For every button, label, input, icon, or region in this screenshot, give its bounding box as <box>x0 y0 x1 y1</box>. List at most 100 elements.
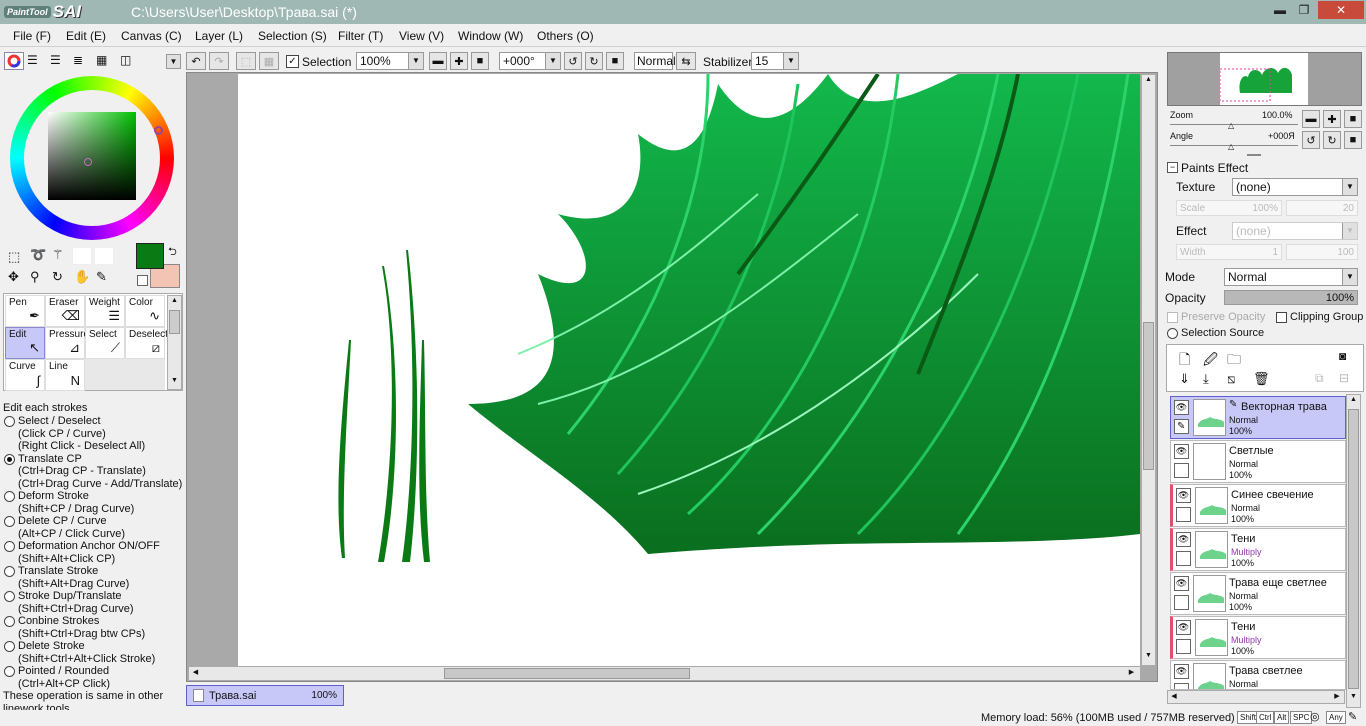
layer-row[interactable]: 👁 Трава еще светлее Normal 100% <box>1170 572 1346 615</box>
scroll-down-icon[interactable]: ▼ <box>169 377 180 388</box>
sv-cursor[interactable] <box>84 158 92 166</box>
rotate-reset-icon[interactable]: ■ <box>606 52 624 70</box>
scroll-thumb[interactable] <box>169 310 180 334</box>
layer-mode-dropdown[interactable]: Normal ▼ <box>1224 268 1358 286</box>
tool-color[interactable]: Color ∿ <box>125 295 165 327</box>
delete-layer-icon[interactable]: 🗑 <box>1253 371 1270 387</box>
saturation-value-square[interactable] <box>48 112 136 200</box>
navigator-preview[interactable] <box>1167 52 1362 106</box>
layer-lock-box[interactable] <box>1174 595 1189 610</box>
help-radio[interactable] <box>4 516 15 527</box>
clipping-group-checkbox[interactable] <box>1276 312 1287 323</box>
scroll-up-icon[interactable]: ▲ <box>1348 396 1359 407</box>
tool-deselect[interactable]: Deselect ⧄ <box>125 327 168 359</box>
scroll-up-icon[interactable]: ▲ <box>169 297 180 308</box>
zoom-dropdown[interactable]: 100% ▼ <box>356 52 424 70</box>
collapse-icon[interactable]: − <box>1167 162 1178 173</box>
transparent-color-icon[interactable] <box>137 275 148 286</box>
deselect-toolbar-icon[interactable]: ⬚ <box>236 52 256 70</box>
rotate-icon[interactable]: ↻ <box>52 269 63 285</box>
menu-layer[interactable]: Layer (L) <box>195 29 243 43</box>
nav-zoom-reset-icon[interactable]: ■ <box>1344 110 1362 128</box>
new-linework-layer-icon[interactable]: 🖉 <box>1203 349 1218 373</box>
canvas-vscroll[interactable]: ▲ ▼ <box>1141 74 1156 666</box>
selection-source-radio[interactable] <box>1167 328 1178 339</box>
tool-edit[interactable]: Edit ↖ <box>5 327 45 359</box>
visibility-eye-icon[interactable]: 👁 <box>1176 488 1191 503</box>
color-wheel-mode-icon[interactable] <box>4 52 24 70</box>
help-radio[interactable] <box>4 416 15 427</box>
tool-select[interactable]: Select ⟋ <box>85 327 125 359</box>
scroll-up-icon[interactable]: ▲ <box>1143 76 1154 87</box>
help-radio[interactable] <box>4 641 15 652</box>
merge-down-icon[interactable]: ⤓ <box>1203 371 1209 387</box>
menu-window[interactable]: Window (W) <box>458 29 523 43</box>
menu-file[interactable]: File (F) <box>13 29 51 43</box>
help-radio[interactable] <box>4 566 15 577</box>
nav-rotate-left-icon[interactable]: ↺ <box>1302 131 1320 149</box>
nav-rotate-right-icon[interactable]: ↻ <box>1323 131 1341 149</box>
minimize-button[interactable]: ▬ <box>1268 1 1292 19</box>
hand-icon[interactable]: ✋ <box>74 269 90 285</box>
tool-pen[interactable]: Pen ✒ <box>5 295 45 327</box>
menu-filter[interactable]: Filter (T) <box>338 29 383 43</box>
scroll-down-icon[interactable]: ▼ <box>1143 652 1154 663</box>
stabilizer-dropdown[interactable]: 15 ▼ <box>751 52 799 70</box>
tool-eraser[interactable]: Eraser ⌫ <box>45 295 85 327</box>
help-radio[interactable] <box>4 591 15 602</box>
rgb-slider-mode-icon[interactable]: ☰ <box>27 54 43 68</box>
visibility-eye-icon[interactable]: 👁 <box>1176 532 1191 547</box>
menu-others[interactable]: Others (O) <box>537 29 594 43</box>
transfer-down-icon[interactable]: ⇓ <box>1179 371 1190 387</box>
move-icon[interactable]: ✥ <box>8 269 19 285</box>
preserve-opacity-checkbox[interactable] <box>1167 312 1178 323</box>
texture-dropdown[interactable]: (none) ▼ <box>1232 178 1358 196</box>
blend-mode-box[interactable]: Normal <box>634 52 676 70</box>
layer-lock-box[interactable] <box>1174 463 1189 478</box>
hscroll-thumb[interactable] <box>444 668 690 679</box>
help-radio[interactable] <box>4 616 15 627</box>
help-radio[interactable] <box>4 666 15 677</box>
vector-strokes[interactable] <box>338 250 430 562</box>
layer-lock-box[interactable] <box>1176 639 1191 654</box>
eyedropper-icon[interactable]: ✎ <box>96 269 107 285</box>
close-button[interactable]: ✕ <box>1318 1 1364 19</box>
lasso-icon[interactable]: ➰ <box>30 247 46 263</box>
menu-selection[interactable]: Selection (S) <box>258 29 327 43</box>
angle-dropdown[interactable]: +000° ▼ <box>499 52 561 70</box>
layer-scroll-thumb[interactable] <box>1348 409 1359 689</box>
opacity-slider[interactable]: 100% <box>1224 290 1358 305</box>
scratchpad-mode-icon[interactable]: ▦ <box>96 54 112 68</box>
restore-button[interactable]: ❐ <box>1292 1 1316 19</box>
invert-selection-icon[interactable]: ▦ <box>259 52 279 70</box>
visibility-eye-icon[interactable]: 👁 <box>1174 400 1189 415</box>
menu-canvas[interactable]: Canvas (C) <box>121 29 182 43</box>
layer-lock-box[interactable] <box>1176 507 1191 522</box>
selection-checkbox[interactable]: ✓ <box>286 55 299 68</box>
menu-view[interactable]: View (V) <box>399 29 444 43</box>
zoom-out-icon[interactable]: ▬ <box>429 52 447 70</box>
menu-edit[interactable]: Edit (E) <box>66 29 106 43</box>
tool-scrollbar[interactable]: ▲ ▼ <box>167 295 182 390</box>
scroll-down-icon[interactable]: ▼ <box>1348 693 1359 704</box>
tool-curve[interactable]: Curve ∫ <box>5 359 45 391</box>
canvas-paper[interactable] <box>238 74 1140 666</box>
canvas-area[interactable]: ▲ ▼ ◀ ▶ <box>186 72 1158 682</box>
tool-line[interactable]: Line N <box>45 359 85 391</box>
visibility-eye-icon[interactable]: 👁 <box>1174 664 1189 679</box>
magic-wand-icon[interactable]: ⚚ <box>52 247 64 263</box>
undo-icon[interactable]: ↶ <box>186 52 206 70</box>
layer-lock-box[interactable] <box>1174 683 1189 689</box>
panel-menu-icon[interactable]: ▼ <box>166 54 181 69</box>
layer-row[interactable]: 👁 Синее свечение Normal 100% <box>1170 484 1346 527</box>
panel-splitter[interactable] <box>1247 154 1261 156</box>
mixer-mode-icon[interactable]: ◫ <box>120 54 136 68</box>
new-layer-icon[interactable]: 🗋 <box>1179 349 1190 373</box>
layer-row[interactable]: 👁 Светлые Normal 100% <box>1170 440 1346 483</box>
help-radio[interactable] <box>4 541 15 552</box>
layer-lock-box[interactable] <box>1176 551 1191 566</box>
visibility-eye-icon[interactable]: 👁 <box>1174 444 1189 459</box>
layer-lock-box[interactable]: ✎ <box>1174 419 1189 434</box>
rotate-right-icon[interactable]: ↻ <box>585 52 603 70</box>
scroll-left-icon[interactable]: ◀ <box>190 668 201 679</box>
